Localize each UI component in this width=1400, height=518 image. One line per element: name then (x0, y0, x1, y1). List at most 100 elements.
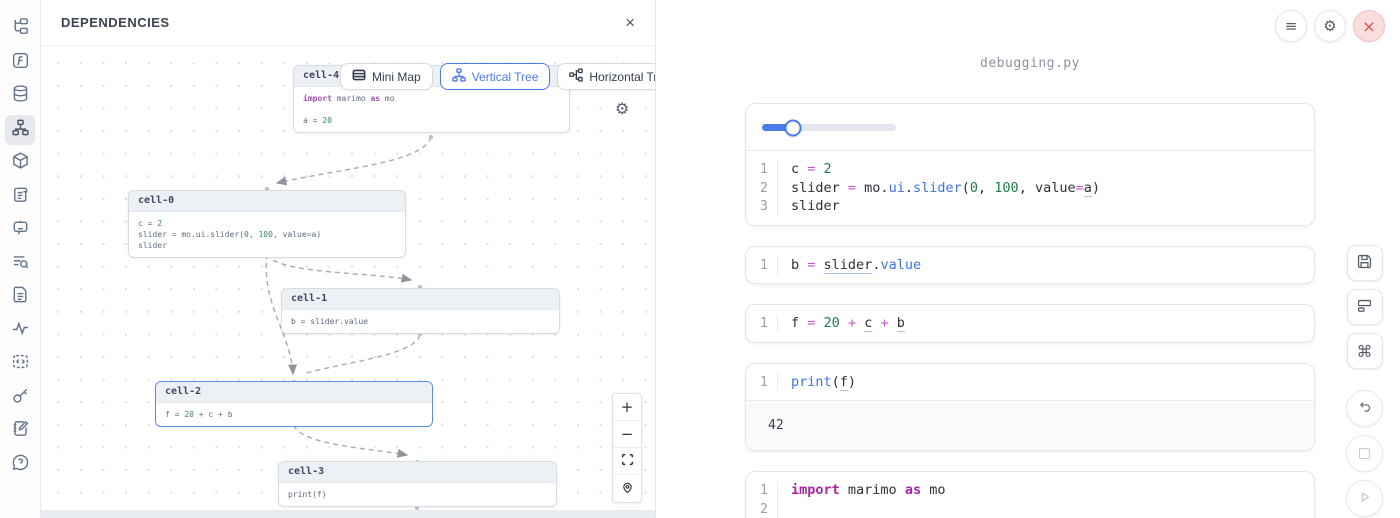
notebook-cell-cell-3: 1print(f)42 (745, 363, 1315, 452)
undo-icon (1357, 399, 1373, 419)
panel-title: DEPENDENCIES (61, 15, 170, 30)
dependencies-panel: DEPENDENCIES × (41, 0, 656, 518)
slider-thumb[interactable] (784, 119, 801, 136)
line-number: 2 (746, 179, 778, 198)
cell-editor[interactable]: 1f = 20 + c + b (746, 305, 1314, 342)
code-line (778, 500, 799, 518)
zoom-out-button[interactable]: − (613, 421, 641, 448)
sidebar-item-file-explorer[interactable] (5, 14, 35, 44)
run-button[interactable] (1346, 480, 1383, 517)
vertical-tree-icon (452, 68, 466, 85)
dependency-graph-icon (11, 118, 30, 142)
zoom-controls: + − (612, 393, 642, 503)
node-title: cell-3 (279, 462, 556, 483)
location-pin-icon (621, 480, 634, 498)
notebook-cell-cell-1: 1b = slider.value (745, 246, 1315, 285)
code-line: b = slider.value (778, 256, 921, 275)
pin-button[interactable] (613, 475, 641, 502)
sidebar-item-table-of-contents[interactable] (5, 249, 35, 279)
function-icon (11, 51, 30, 75)
close-panel-button[interactable]: × (625, 14, 635, 31)
line-number: 1 (746, 256, 778, 275)
code-line: print(f) (778, 373, 856, 392)
dependency-graph-canvas[interactable]: cell-4import marimo as mo a = 20cell-0c … (41, 46, 655, 510)
fit-view-button[interactable] (613, 448, 641, 475)
sidebar-item-snippets[interactable] (5, 349, 35, 379)
node-code: import marimo as mo a = 20 (294, 87, 569, 132)
notebook-panel: ≡ ⚙ × debugging.py 1c = 22slider = mo.ui… (657, 0, 1400, 518)
cell-editor[interactable]: 1c = 22slider = mo.ui.slider(0, 100, val… (746, 151, 1314, 225)
file-tree-icon (11, 17, 30, 41)
help-icon (11, 453, 30, 477)
cell-output (746, 104, 1314, 151)
package-icon (11, 151, 30, 175)
slider[interactable] (762, 124, 896, 131)
undo-button[interactable] (1346, 390, 1383, 427)
cell-editor[interactable]: 1b = slider.value (746, 247, 1314, 284)
play-icon (1357, 489, 1373, 509)
sidebar-item-dependencies[interactable] (5, 115, 35, 145)
app: DEPENDENCIES × (0, 0, 1400, 518)
gear-icon: ⚙ (615, 99, 629, 118)
notebook-filename[interactable]: debugging.py (745, 56, 1315, 71)
sidebar-item-tracing[interactable] (5, 316, 35, 346)
scroll-icon (11, 185, 30, 209)
sidebar-item-chat[interactable] (5, 215, 35, 245)
graph-node-cell-3[interactable]: cell-3print(f) (278, 461, 557, 507)
cell-editor[interactable]: 1import marimo as mo2 3a = 20 (746, 472, 1314, 518)
notebook-cell-cell-4: 1import marimo as mo2 3a = 20 (745, 471, 1315, 518)
node-code: c = 2slider = mo.ui.slider(0, 100, value… (129, 212, 405, 257)
activity-icon (11, 319, 30, 343)
notebook-side-actions: ⌘ (1346, 245, 1383, 517)
sidebar-item-datasources[interactable] (5, 81, 35, 111)
sidebar-item-variables[interactable] (5, 48, 35, 78)
close-icon: × (1362, 17, 1375, 36)
cell-editor[interactable]: 1print(f) (746, 364, 1314, 401)
keyboard-shortcuts-button[interactable]: ⌘ (1347, 333, 1383, 369)
save-button[interactable] (1347, 245, 1383, 281)
gear-icon: ⚙ (1323, 17, 1336, 35)
sidebar-item-scratchpad[interactable] (5, 416, 35, 446)
dependencies-header: DEPENDENCIES × (41, 0, 655, 46)
key-icon (11, 386, 30, 410)
line-number: 1 (746, 160, 778, 179)
line-number: 2 (746, 500, 778, 518)
node-code: print(f) (279, 483, 556, 506)
graph-node-cell-1[interactable]: cell-1b = slider.value (281, 288, 560, 334)
notebook-cell-cell-2: 1f = 20 + c + b (745, 304, 1315, 343)
code-line: c = 2 (778, 160, 832, 179)
sidebar-item-logs[interactable] (5, 182, 35, 212)
code-line: slider = mo.ui.slider(0, 100, value=a) (778, 179, 1100, 198)
node-title: cell-2 (156, 382, 432, 403)
code-line: import marimo as mo (778, 481, 945, 500)
line-number: 3 (746, 197, 778, 216)
horizontal-tree-button[interactable]: Horizontal Tree (557, 63, 655, 90)
code-block-icon (11, 352, 30, 376)
minimap-button[interactable]: Mini Map (340, 63, 433, 90)
cell-output: 42 (746, 400, 1314, 450)
edge-cell2-cell3 (294, 425, 407, 455)
stop-button[interactable] (1346, 435, 1383, 472)
list-search-icon (11, 252, 30, 276)
sidebar-item-documentation[interactable] (5, 282, 35, 312)
layout-button[interactable] (1347, 289, 1383, 325)
notebook-column: debugging.py 1c = 22slider = mo.ui.slide… (745, 0, 1315, 518)
horizontal-tree-icon (569, 68, 583, 85)
sidebar-item-packages[interactable] (5, 148, 35, 178)
edge-cell4-cell0 (277, 137, 431, 183)
node-code: b = slider.value (282, 310, 559, 333)
graph-settings-button[interactable]: ⚙ (615, 99, 629, 118)
layout-icon (1356, 297, 1373, 318)
graph-node-cell-2[interactable]: cell-2f = 20 + c + b (155, 381, 433, 427)
sidebar-item-help[interactable] (5, 450, 35, 480)
line-number: 1 (746, 373, 778, 392)
code-line: f = 20 + c + b (778, 314, 905, 333)
graph-node-cell-0[interactable]: cell-0c = 2slider = mo.ui.slider(0, 100,… (128, 190, 406, 258)
zoom-in-button[interactable]: + (613, 394, 641, 421)
shutdown-button[interactable]: × (1353, 10, 1385, 42)
vertical-tree-button[interactable]: Vertical Tree (440, 63, 551, 90)
settings-button[interactable]: ⚙ (1314, 10, 1346, 42)
sidebar-item-secrets[interactable] (5, 383, 35, 413)
document-icon (11, 285, 30, 309)
database-icon (11, 84, 30, 108)
